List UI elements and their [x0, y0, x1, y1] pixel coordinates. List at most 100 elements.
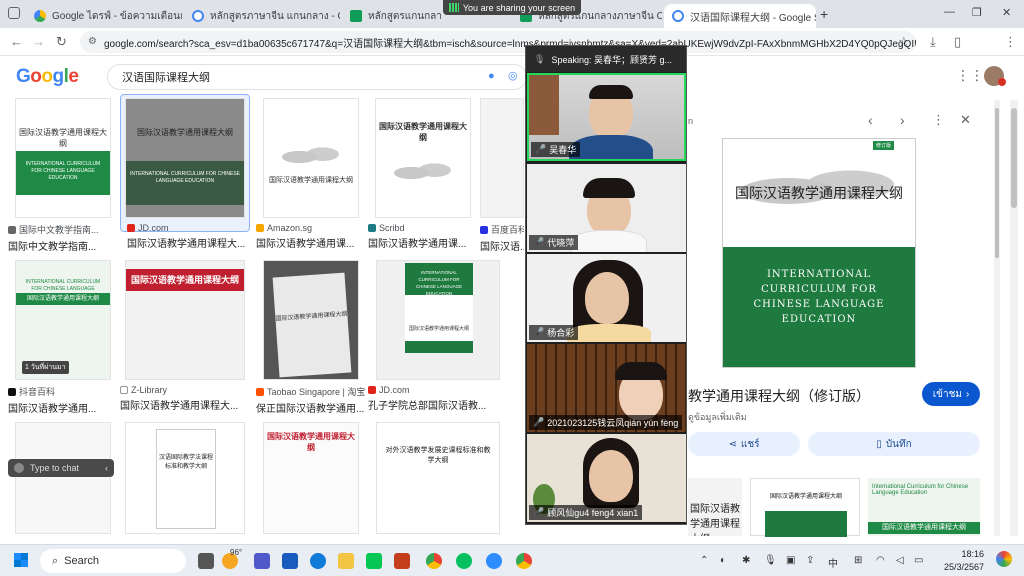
scrollbar-thumb[interactable] — [995, 108, 999, 258]
tray-grid-icon[interactable]: ⊞ — [854, 555, 862, 566]
related-image[interactable]: 国际汉语教学通用课程大纲 — [750, 478, 860, 537]
result-title[interactable]: 国际汉语... — [480, 238, 524, 253]
forward-arrow-icon[interactable]: → — [32, 34, 45, 49]
tab-docs[interactable]: หลักสูตรแกนกลางภาษาจีน (ฉบับ — [342, 4, 442, 28]
apps-grid-icon[interactable]: ⋮⋮ — [956, 67, 984, 84]
image-result[interactable]: INTERNATIONAL CURRICULUM FOR CHINESE LAN… — [8, 260, 118, 415]
result-thumbnail[interactable]: 国际汉语教学通用课程大纲 INTERNATIONAL CURRICULUM FO… — [15, 98, 111, 218]
share-button[interactable]: ⋖ แชร์ — [688, 432, 800, 456]
result-title[interactable]: 国际汉语教学通用... — [8, 400, 118, 415]
participant-tile[interactable]: 🎤 顾风仙gu4 feng4 xian1 — [527, 434, 686, 522]
clock-time[interactable]: 18:16 — [944, 549, 984, 559]
tab-search-icon[interactable] — [8, 7, 20, 19]
tray-share-icon[interactable]: ⇪ — [806, 555, 814, 566]
search-input[interactable]: 汉语国际课程大纲 ● ◎ — [107, 64, 527, 90]
next-arrow-icon[interactable]: › — [900, 112, 905, 128]
image-result[interactable]: 百度百科 国际汉语... — [480, 98, 524, 253]
wifi-icon[interactable]: ◠ — [876, 555, 885, 566]
word-icon[interactable] — [282, 553, 298, 569]
result-title[interactable]: 国际汉语教学通用课程大... — [121, 235, 249, 250]
chrome-icon[interactable] — [426, 553, 442, 569]
minimize-icon[interactable]: — — [944, 6, 955, 18]
result-thumbnail[interactable]: INTERNATIONAL CURRICULUM FOR CHINESE LAN… — [15, 260, 111, 380]
visit-button[interactable]: เข้าชม › — [922, 382, 980, 406]
image-result[interactable]: 国际汉语教学通用课程大纲 Z-Library 国际汉语教学通用课程大... — [120, 260, 250, 412]
tray-app-icon[interactable]: ◐ — [720, 555, 726, 566]
related-image[interactable]: International Curriculum for Chinese Lan… — [868, 478, 980, 536]
new-tab-icon[interactable]: + — [820, 6, 828, 22]
mic-icon[interactable]: ● — [488, 70, 495, 82]
start-icon[interactable] — [14, 553, 28, 567]
menu-icon[interactable]: ⋮ — [1004, 34, 1017, 50]
back-arrow-icon[interactable]: ← — [10, 34, 23, 49]
preview-image[interactable]: 国际汉语教学通用课程大纲 修订版 INTERNATIONAL CURRICULU… — [722, 138, 916, 368]
lens-icon[interactable]: ◎ — [508, 69, 518, 82]
result-source[interactable]: Taobao Singapore | 淘宝 — [256, 385, 366, 398]
result-thumbnail[interactable]: 国际汉语教学通用课程大纲 — [263, 260, 359, 380]
result-title[interactable]: 保正国际汉语教学通用... — [256, 400, 366, 415]
result-source[interactable]: 抖音百科 — [8, 385, 118, 398]
participant-tile[interactable]: 🎤 杨合彩 — [527, 254, 686, 342]
prev-arrow-icon[interactable]: ‹ — [868, 112, 873, 128]
tray-mic-icon[interactable]: 🎙 — [764, 555, 777, 566]
result-source[interactable]: JD.com — [368, 385, 508, 395]
preview-subtitle[interactable]: ดูข้อมูลเพิ่มเติม — [688, 410, 747, 424]
image-result[interactable]: 国际汉语教学通用课程大纲 — [256, 422, 366, 534]
result-thumbnail[interactable] — [15, 422, 111, 534]
copilot-icon[interactable] — [996, 551, 1012, 567]
result-thumbnail[interactable]: INTERNATIONAL CURRICULUM FOR CHINESE LAN… — [376, 260, 500, 380]
result-source[interactable]: Z-Library — [120, 385, 250, 395]
result-source[interactable]: JD.com — [121, 223, 249, 233]
video-call-gallery[interactable]: 🎙 Speaking: 吴春华；顾贤芳 g... 🎤 吴春华 🎤 代晓萍 🎤 杨合彩 … — [525, 45, 687, 525]
teams-icon[interactable] — [254, 553, 270, 569]
address-input[interactable]: ⚙ google.com/search?sca_esv=d1ba00635c67… — [80, 31, 916, 53]
preview-title[interactable]: 教学通用课程大纲（修订版） — [688, 386, 870, 406]
participant-tile[interactable]: 🎤 2021023125钱云凤qián yún fèng — [527, 344, 686, 432]
participant-tile[interactable]: 🎤 吴春华 — [527, 73, 686, 161]
collapse-icon[interactable]: ‹ — [105, 463, 114, 473]
result-source[interactable]: 百度百科 — [480, 223, 524, 236]
participant-tile[interactable]: 🎤 代晓萍 — [527, 164, 686, 252]
result-source[interactable]: Amazon.sg — [256, 223, 366, 233]
google-logo[interactable]: Google — [16, 66, 79, 88]
zoom-icon[interactable] — [486, 553, 502, 569]
result-title[interactable]: 国际汉语教学通用课... — [256, 235, 366, 250]
battery-icon[interactable]: ▭ — [914, 555, 923, 566]
image-result[interactable]: 汉语国际教学法课程标准和教学大纲 — [120, 422, 250, 534]
image-result[interactable]: 对外汉语教学发展史课程标准和教学大纲 — [368, 422, 508, 534]
image-result[interactable]: 国际汉语教学通用课程大纲 Taobao Singapore | 淘宝 保正国际汉… — [256, 260, 366, 415]
tab-active[interactable]: 汉语国际课程大纲 - Google Sea✕ — [664, 4, 816, 28]
save-button[interactable]: ▯ บันทึก — [808, 432, 980, 456]
edge-icon[interactable] — [310, 553, 326, 569]
site-info-icon[interactable]: ⚙ — [88, 36, 97, 47]
related-image[interactable]: 国际汉语教学通用课程大纲 — [688, 478, 742, 536]
result-thumbnail[interactable]: INTERNATIONAL CURRICULUM FOR CHINESE LAN… — [263, 98, 359, 218]
result-source[interactable]: 国际中文教学指南... — [8, 223, 118, 236]
volume-icon[interactable]: ◁ — [896, 555, 904, 566]
close-window-icon[interactable]: ✕ — [1002, 6, 1011, 19]
close-panel-icon[interactable]: ✕ — [960, 112, 971, 128]
image-result-selected[interactable]: 国际汉语教学通用课程大纲 INTERNATIONAL CURRICULUM FO… — [120, 94, 250, 250]
line-icon[interactable] — [366, 553, 382, 569]
result-source[interactable]: Scribd — [368, 223, 478, 233]
image-result[interactable]: INTERNATIONAL CURRICULUM FOR CHINESE LAN… — [256, 98, 366, 250]
result-thumbnail[interactable] — [480, 98, 524, 218]
powerpoint-icon[interactable] — [394, 553, 410, 569]
image-result[interactable]: INTERNATIONAL CURRICULUM FOR CHINESE LAN… — [368, 260, 508, 412]
tray-camera-icon[interactable]: ▣ — [786, 555, 795, 566]
show-hidden-icon[interactable]: ⌃ — [700, 555, 708, 566]
result-title[interactable]: 国际中文教学指南... — [8, 238, 118, 253]
result-thumbnail[interactable]: 国际汉语教学通用课程大纲 — [263, 422, 359, 534]
result-title[interactable]: 国际汉语教学通用课... — [368, 235, 478, 250]
sidepanel-icon[interactable]: ▯ — [954, 34, 961, 50]
reload-icon[interactable]: ↻ — [56, 34, 67, 50]
taskbar-search[interactable]: ⌕ Search — [40, 549, 186, 573]
star-icon[interactable]: ☆ — [898, 34, 910, 50]
slack-icon[interactable]: ✱ — [742, 555, 750, 566]
tab-google-drive[interactable]: Google ไดรฟ์ - ข้อความเตือนการสแ✕ — [26, 4, 182, 28]
result-title[interactable]: 国际汉语教学通用课程大... — [120, 397, 250, 412]
tab-search-1[interactable]: หลักสูตรภาษาจีน แกนกลาง - Goog✕ — [184, 4, 340, 28]
result-thumbnail[interactable]: 汉语国际教学法课程标准和教学大纲 — [125, 422, 245, 534]
download-icon[interactable]: ⤓ — [930, 34, 936, 50]
file-explorer-icon[interactable] — [338, 553, 354, 569]
